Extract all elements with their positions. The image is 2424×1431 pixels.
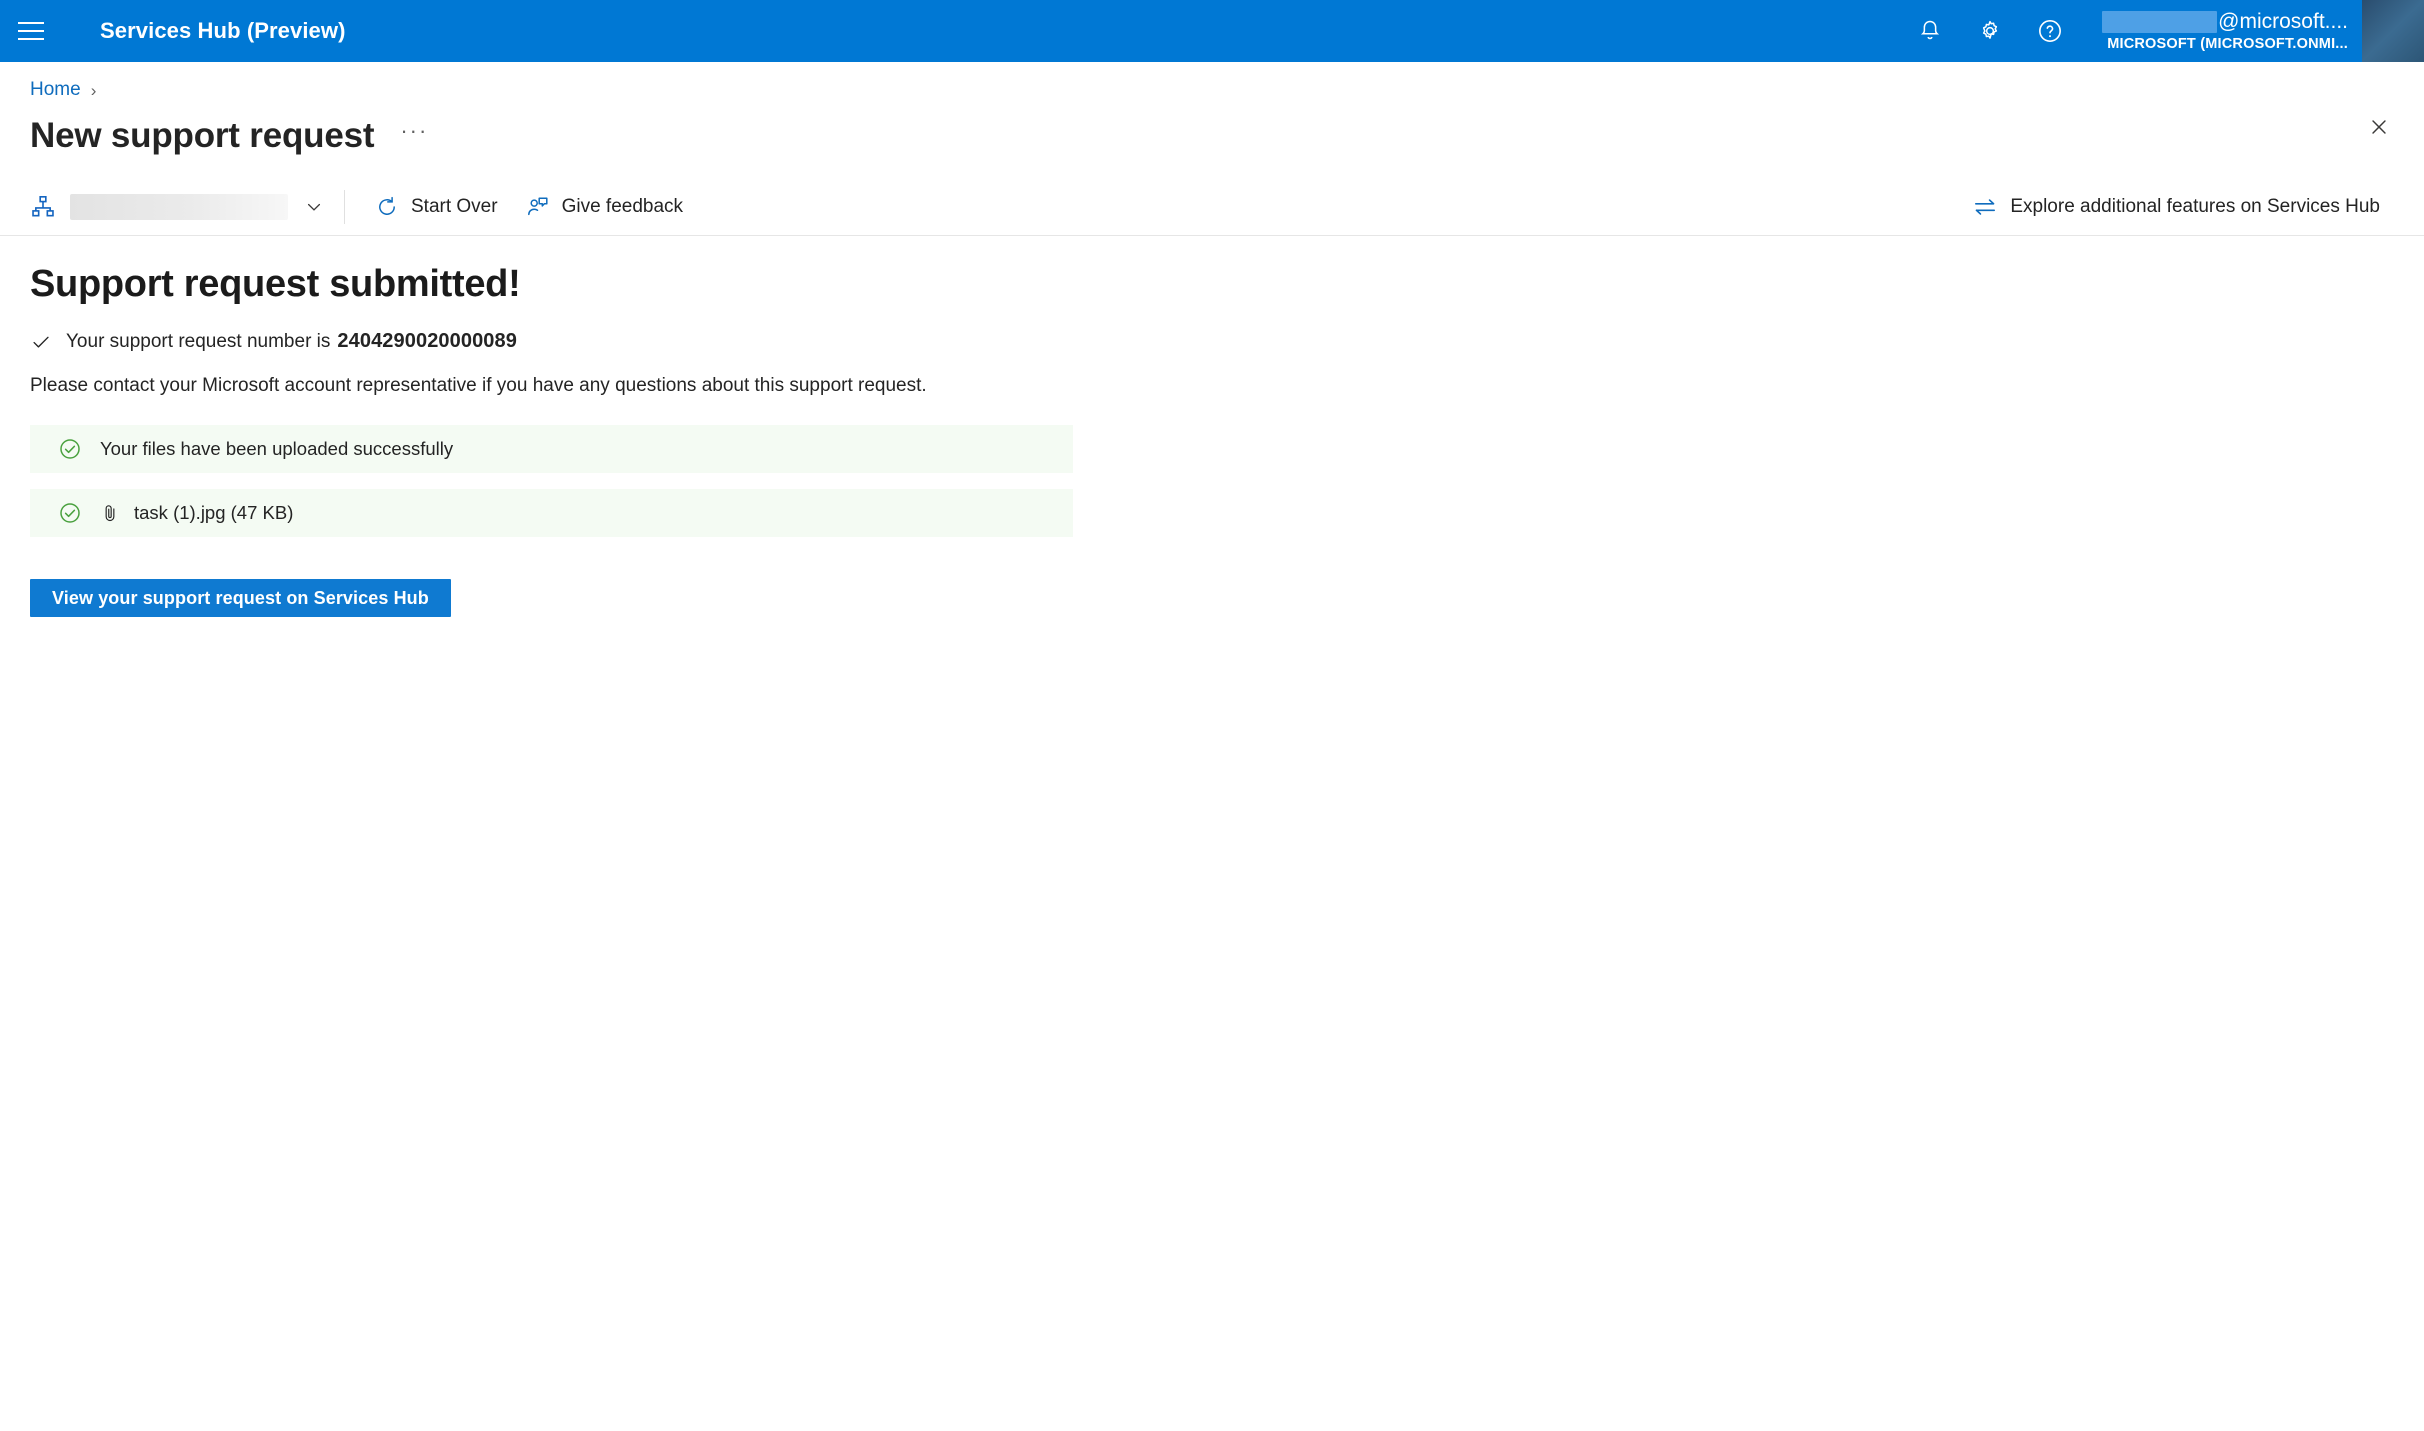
sitemap-icon bbox=[32, 195, 54, 216]
check-icon bbox=[33, 336, 49, 348]
redacted-username bbox=[2102, 10, 2218, 33]
command-bar-right: Explore additional features on Services … bbox=[1958, 186, 2394, 228]
bell-icon[interactable] bbox=[1900, 0, 1960, 62]
confirmation-heading: Support request submitted! bbox=[30, 263, 521, 305]
chevron-right-icon: › bbox=[90, 80, 97, 100]
explore-features-button[interactable]: Explore additional features on Services … bbox=[1958, 186, 2394, 228]
account-email: @microsoft.... bbox=[2102, 9, 2348, 34]
request-number-label: Your support request number is bbox=[66, 330, 331, 352]
breadcrumb: Home › bbox=[0, 62, 2424, 102]
avatar[interactable] bbox=[2362, 0, 2424, 62]
redacted-workspace-value bbox=[70, 193, 288, 220]
circle-check-icon bbox=[60, 439, 80, 459]
page-title: New support request bbox=[30, 116, 375, 155]
help-circle-icon[interactable] bbox=[2020, 0, 2080, 62]
hamburger-menu-icon[interactable] bbox=[0, 0, 62, 62]
circle-check-icon bbox=[60, 503, 80, 523]
workspace-selector[interactable] bbox=[30, 186, 332, 228]
view-request-button[interactable]: View your support request on Services Hu… bbox=[30, 579, 451, 617]
main-content: Support request submitted! Your support … bbox=[0, 236, 2424, 617]
refresh-icon bbox=[379, 196, 395, 215]
explore-features-label: Explore additional features on Services … bbox=[2010, 195, 2380, 217]
swap-arrows-icon bbox=[1975, 198, 1996, 215]
app-header-actions: @microsoft.... MICROSOFT (MICROSOFT.ONMI… bbox=[1900, 0, 2424, 62]
account-org: MICROSOFT (MICROSOFT.ONMI... bbox=[2107, 36, 2348, 52]
upload-success-text: Your files have been uploaded successful… bbox=[100, 438, 454, 459]
upload-success-banner: Your files have been uploaded successful… bbox=[30, 425, 1073, 473]
gear-icon[interactable] bbox=[1960, 0, 2020, 62]
app-header: Services Hub (Preview) @microsoft.... MI… bbox=[0, 0, 2424, 62]
breadcrumb-item-home[interactable]: Home bbox=[30, 79, 81, 101]
give-feedback-label: Give feedback bbox=[561, 195, 684, 217]
command-bar: Start Over Give feedback Explore additio… bbox=[0, 178, 2424, 236]
feedback-person-icon bbox=[527, 196, 548, 215]
command-bar-divider bbox=[344, 189, 345, 224]
paperclip-icon bbox=[105, 505, 115, 522]
app-title: Services Hub (Preview) bbox=[100, 18, 346, 43]
start-over-label: Start Over bbox=[411, 195, 498, 217]
chevron-down-icon bbox=[307, 203, 321, 211]
account-info[interactable]: @microsoft.... MICROSOFT (MICROSOFT.ONMI… bbox=[2080, 0, 2362, 62]
more-options-icon[interactable]: ··· bbox=[400, 120, 428, 152]
give-feedback-button[interactable]: Give feedback bbox=[512, 186, 697, 228]
uploaded-file-name: task (1).jpg (47 KB) bbox=[134, 502, 294, 523]
contact-note: Please contact your Microsoft account re… bbox=[30, 375, 927, 396]
page-title-row: New support request ··· bbox=[0, 102, 2424, 160]
account-email-suffix: @microsoft.... bbox=[2218, 10, 2348, 33]
start-over-button[interactable]: Start Over bbox=[361, 186, 512, 228]
uploaded-file-row: task (1).jpg (47 KB) bbox=[30, 489, 1073, 537]
request-number-value: 2404290020000089 bbox=[337, 330, 517, 352]
close-icon[interactable] bbox=[2356, 104, 2402, 150]
request-number-line: Your support request number is 240429002… bbox=[30, 330, 2394, 353]
